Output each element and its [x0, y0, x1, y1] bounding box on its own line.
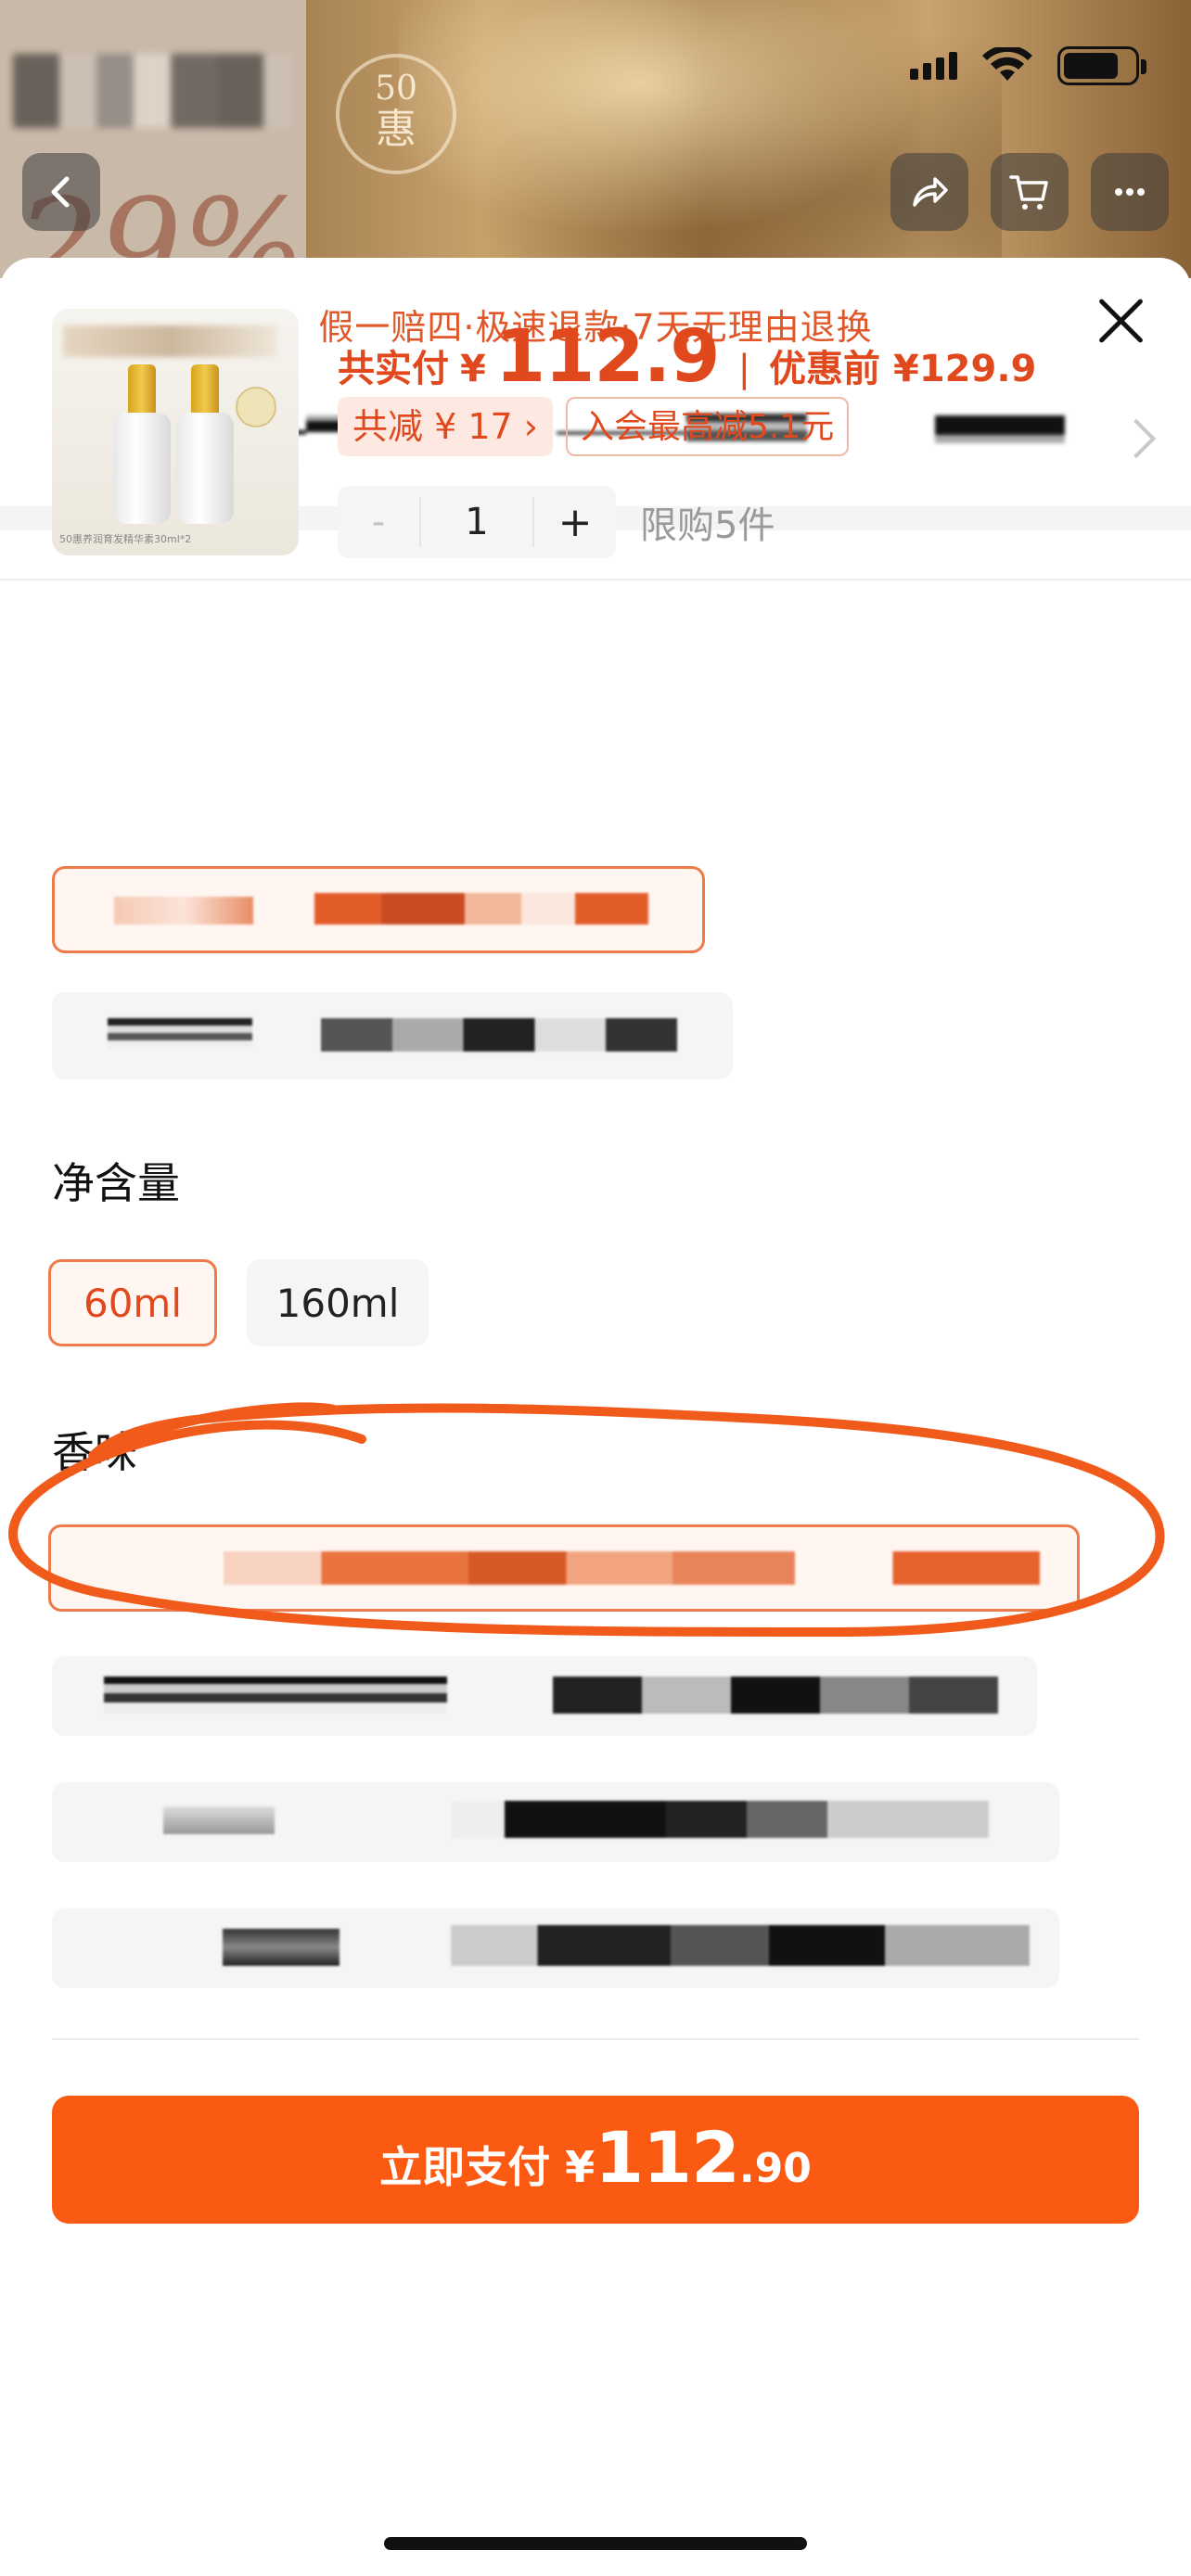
- discount-tag[interactable]: 共减 ¥ 17 ›: [338, 397, 553, 456]
- brand-logo-number: 50: [375, 70, 417, 108]
- scent-option[interactable]: [52, 1908, 1059, 1988]
- divider: [0, 579, 1191, 580]
- redacted-option-text: [451, 1801, 989, 1838]
- redacted-option-text: [321, 1018, 677, 1052]
- price-summary: 共实付 ¥ 112.9 | 优惠前 ¥129.9: [338, 315, 1036, 399]
- redacted-option-text: [163, 1806, 275, 1834]
- header-banner: 29% 50 惠: [0, 0, 1191, 278]
- scent-option[interactable]: [52, 1656, 1037, 1736]
- product-thumbnail[interactable]: 50惠养润育发精华素30ml*2: [52, 309, 299, 555]
- sku-bottom-sheet: 假一赔四·极速退款·7天无理由退换: [0, 258, 1191, 2576]
- discount-tags: 共减 ¥ 17 › 入会最高减5.1元: [338, 397, 850, 456]
- pay-label: 立即支付 ¥: [379, 2142, 596, 2192]
- brand-logo-char: 惠: [376, 106, 416, 153]
- pay-now-button[interactable]: 立即支付 ¥ 112 .90: [52, 2096, 1139, 2224]
- quality-seal-icon: [236, 387, 276, 427]
- cart-button[interactable]: [991, 153, 1069, 231]
- bottle-cap: [191, 364, 219, 416]
- paid-label: 共实付: [338, 348, 449, 390]
- redacted-option-text: [314, 893, 648, 925]
- banner-gold-texture: [399, 0, 1002, 278]
- qty-minus-button[interactable]: -: [338, 501, 419, 543]
- bottle-cap: [128, 364, 156, 416]
- qty-plus-button[interactable]: +: [534, 499, 616, 546]
- purchase-limit-text: 限购5件: [640, 504, 775, 547]
- original-price: 优惠前 ¥129.9: [769, 348, 1037, 390]
- wifi-icon: [981, 45, 1033, 84]
- price-separator: |: [737, 348, 751, 390]
- bottle: [113, 413, 171, 524]
- redacted-address: [935, 415, 1065, 443]
- thumbnail-caption: 50惠养润育发精华素30ml*2: [59, 533, 192, 545]
- more-button[interactable]: [1091, 153, 1169, 231]
- bottle: [176, 413, 234, 524]
- redacted-title: [13, 54, 291, 128]
- member-discount-tag[interactable]: 入会最高减5.1元: [565, 397, 850, 456]
- share-icon: [913, 177, 948, 207]
- redacted-option-text: [553, 1677, 998, 1714]
- scent-title: 香味: [52, 1427, 137, 1477]
- net-content-title: 净含量: [52, 1158, 180, 1208]
- redacted-thumbnail-title: [63, 325, 276, 357]
- scent-option-selected[interactable]: [48, 1524, 1080, 1612]
- scent-option[interactable]: [52, 1782, 1059, 1862]
- back-button[interactable]: [22, 153, 100, 231]
- redacted-option-text: [114, 897, 253, 925]
- status-bar: [910, 45, 1146, 85]
- spec-option[interactable]: [52, 992, 733, 1079]
- more-dots-icon: [1115, 188, 1145, 196]
- paid-price: 112.9: [494, 315, 721, 399]
- footer-divider: [52, 2038, 1139, 2040]
- redacted-option-text: [223, 1929, 339, 1966]
- pay-amount-dec: .90: [738, 2145, 812, 2192]
- battery-icon: [1057, 46, 1146, 85]
- pay-amount-int: 112: [595, 2116, 740, 2199]
- redacted-option-text: [451, 1925, 1030, 1966]
- redacted-option-text: [104, 1677, 447, 1714]
- net-content-option-60ml[interactable]: 60ml: [48, 1259, 217, 1346]
- chevron-right-icon: [1116, 418, 1157, 459]
- cellular-signal-icon: [910, 52, 957, 80]
- brand-logo: 50 惠: [336, 54, 456, 174]
- cart-icon: [1009, 175, 1048, 210]
- home-indicator: [384, 2537, 807, 2550]
- net-content-option-160ml[interactable]: 160ml: [247, 1259, 429, 1346]
- close-icon[interactable]: [1095, 295, 1146, 347]
- redacted-option-text: [224, 1551, 1040, 1585]
- chevron-left-icon: [51, 176, 70, 208]
- qty-value[interactable]: 1: [419, 497, 534, 547]
- paid-currency: ¥: [460, 348, 486, 390]
- quantity-stepper: - 1 +: [338, 486, 616, 558]
- redacted-option-text: [108, 1018, 252, 1048]
- spec-option-selected[interactable]: [52, 866, 705, 953]
- share-button[interactable]: [890, 153, 968, 231]
